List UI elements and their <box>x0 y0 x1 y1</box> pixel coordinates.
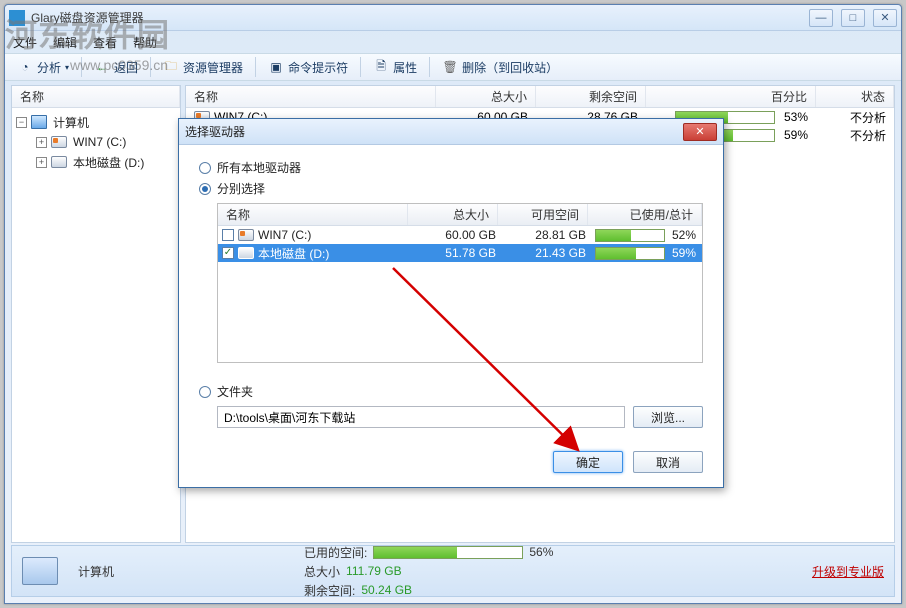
menu-view[interactable]: 查看 <box>93 34 117 51</box>
radio-icon <box>199 162 211 174</box>
drive-icon <box>51 156 67 168</box>
terminal-icon: ▣ <box>268 59 284 75</box>
cancel-button[interactable]: 取消 <box>633 451 703 473</box>
toolbar-explorer[interactable]: 🗀 资源管理器 <box>157 57 249 78</box>
drive-list: 名称 总大小 可用空间 已使用/总计 WIN7 (C:) 60.00 GB 28… <box>217 203 703 363</box>
titlebar[interactable]: Glary磁盘资源管理器 — □ ✕ <box>5 5 901 31</box>
col-percent[interactable]: 百分比 <box>646 86 816 107</box>
dropdown-icon: ▾ <box>65 63 69 72</box>
radio-folder[interactable]: 文件夹 <box>199 383 703 400</box>
col-name[interactable]: 名称 <box>218 204 408 225</box>
expand-icon[interactable]: + <box>36 157 47 168</box>
usage-bar <box>595 247 665 260</box>
col-total[interactable]: 总大小 <box>408 204 498 225</box>
col-used[interactable]: 已使用/总计 <box>588 204 702 225</box>
drive-row[interactable]: 本地磁盘 (D:) 51.78 GB 21.43 GB 59% <box>218 244 702 262</box>
close-button[interactable]: ✕ <box>873 9 897 27</box>
minimize-button[interactable]: — <box>809 9 833 27</box>
usage-bar <box>595 229 665 242</box>
menu-edit[interactable]: 编辑 <box>53 34 77 51</box>
computer-icon <box>22 557 58 585</box>
dialog-close-button[interactable]: ✕ <box>683 123 717 141</box>
radio-select-individual[interactable]: 分别选择 <box>199 180 703 197</box>
drive-icon <box>51 136 67 148</box>
usage-bar <box>373 546 523 559</box>
toolbar-analyze[interactable]: ◔ 分析 ▾ <box>11 57 75 78</box>
col-free[interactable]: 剩余空间 <box>536 86 646 107</box>
radio-all-drives[interactable]: 所有本地驱动器 <box>199 159 703 176</box>
col-name[interactable]: 名称 <box>186 86 436 107</box>
dialog-title: 选择驱动器 <box>185 123 245 140</box>
toolbar-properties[interactable]: 🗎 属性 <box>367 57 423 78</box>
dialog-titlebar[interactable]: 选择驱动器 ✕ <box>179 119 723 145</box>
drive-select-dialog: 选择驱动器 ✕ 所有本地驱动器 分别选择 名称 总大小 可用空间 已使用/总计 … <box>178 118 724 488</box>
toolbar: ◔ 分析 ▾ ← 返回 🗀 资源管理器 ▣ 命令提示符 🗎 属性 🗑 删除（到回… <box>5 53 901 81</box>
expand-icon[interactable]: + <box>36 137 47 148</box>
radio-icon <box>199 183 211 195</box>
ok-button[interactable]: 确定 <box>553 451 623 473</box>
maximize-button[interactable]: □ <box>841 9 865 27</box>
toolbar-cmd[interactable]: ▣ 命令提示符 <box>262 57 354 78</box>
tree-root[interactable]: − 计算机 <box>16 112 176 132</box>
app-icon <box>9 10 25 26</box>
toolbar-back[interactable]: ← 返回 <box>88 57 144 78</box>
upgrade-link[interactable]: 升级到专业版 <box>812 563 884 580</box>
drive-row[interactable]: WIN7 (C:) 60.00 GB 28.81 GB 52% <box>218 226 702 244</box>
statusbar: 计算机 已用的空间: 56% 总大小 111.79 GB 剩余空间: 50.24… <box>11 545 895 597</box>
radio-icon <box>199 386 211 398</box>
status-name: 计算机 <box>78 563 114 580</box>
computer-icon <box>31 115 47 129</box>
menu-help[interactable]: 帮助 <box>133 34 157 51</box>
tree-drive-d[interactable]: + 本地磁盘 (D:) <box>16 152 176 172</box>
tree-pane: 名称 − 计算机 + WIN7 (C:) + 本地磁盘 (D:) <box>11 85 181 543</box>
menu-file[interactable]: 文件 <box>13 34 37 51</box>
browse-button[interactable]: 浏览... <box>633 406 703 428</box>
col-total[interactable]: 总大小 <box>436 86 536 107</box>
checkbox[interactable] <box>222 247 234 259</box>
drive-icon <box>238 247 254 259</box>
menubar: 文件 编辑 查看 帮助 <box>5 31 901 53</box>
tree-header-name[interactable]: 名称 <box>12 86 180 107</box>
pie-icon: ◔ <box>17 59 33 75</box>
toolbar-delete[interactable]: 🗑 删除（到回收站） <box>436 57 564 78</box>
collapse-icon[interactable]: − <box>16 117 27 128</box>
folder-icon: 🗀 <box>163 59 179 75</box>
properties-icon: 🗎 <box>373 59 389 75</box>
col-avail[interactable]: 可用空间 <box>498 204 588 225</box>
tree-drive-c[interactable]: + WIN7 (C:) <box>16 132 176 152</box>
col-status[interactable]: 状态 <box>816 86 894 107</box>
folder-path-input[interactable] <box>217 406 625 428</box>
checkbox[interactable] <box>222 229 234 241</box>
trash-icon: 🗑 <box>442 59 458 75</box>
window-title: Glary磁盘资源管理器 <box>31 9 809 26</box>
drive-icon <box>238 229 254 241</box>
back-icon: ← <box>94 59 110 75</box>
